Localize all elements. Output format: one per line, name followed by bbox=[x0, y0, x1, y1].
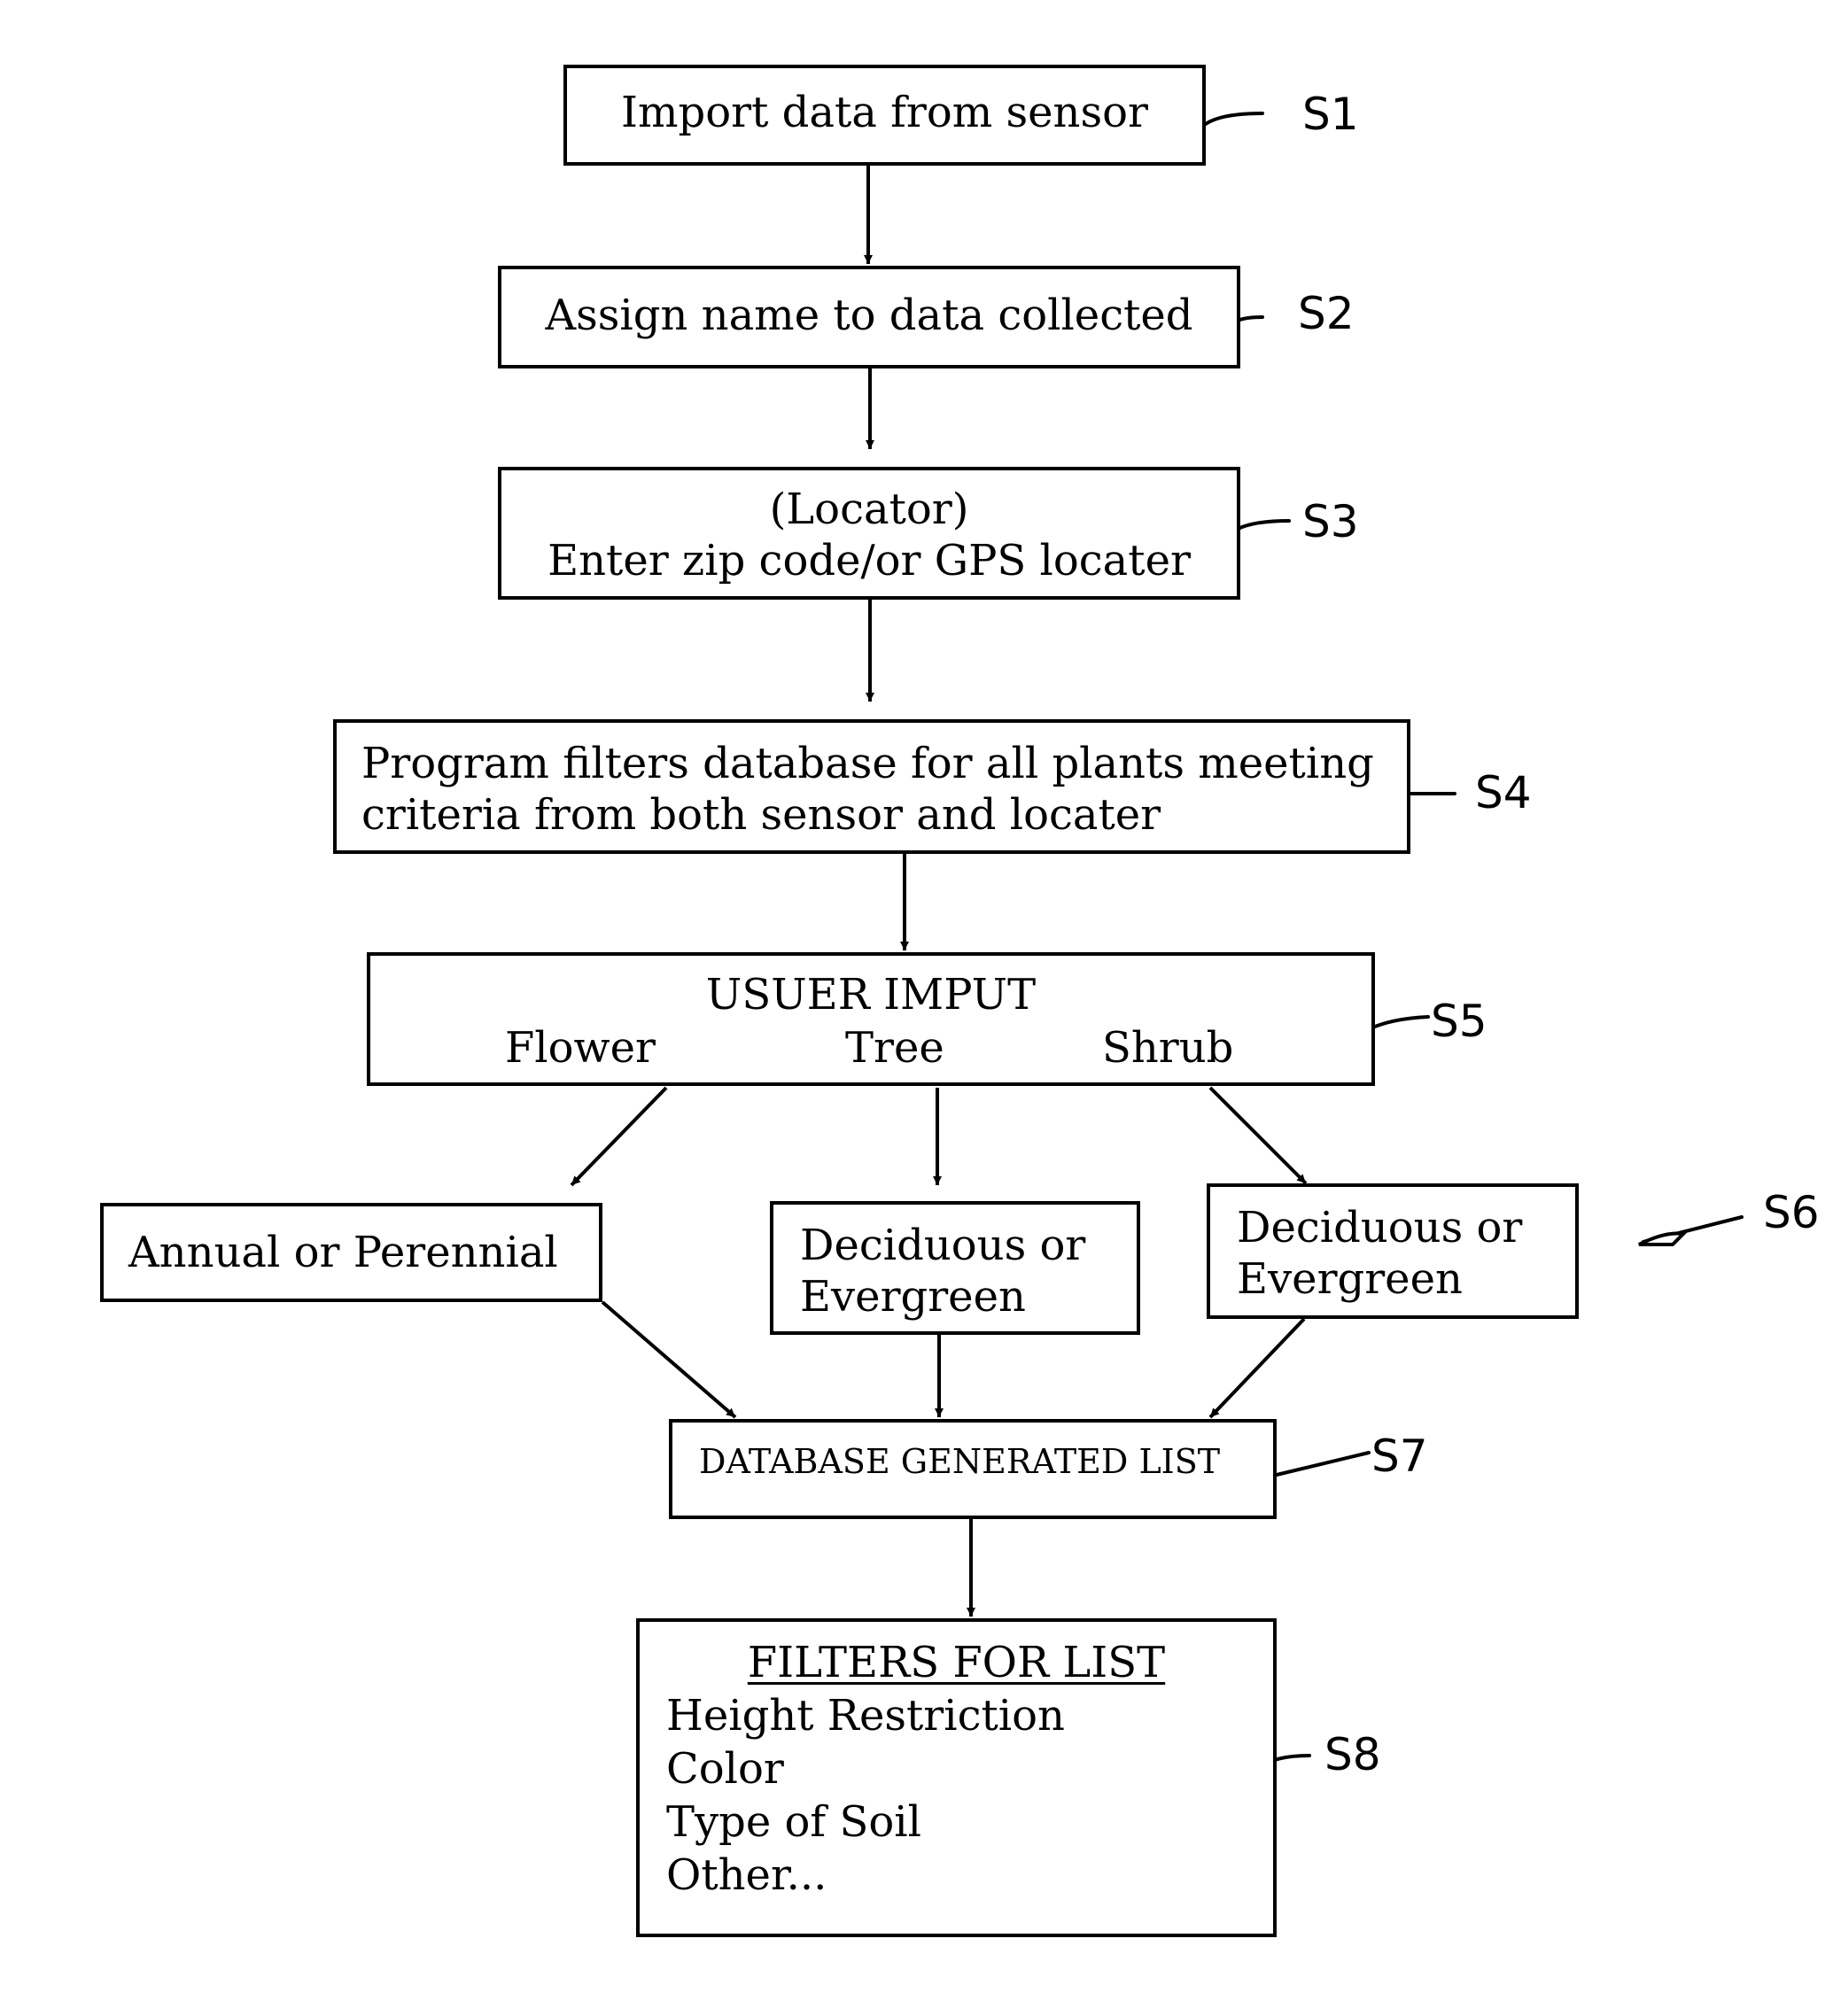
filter-item-height: Height Restriction bbox=[666, 1691, 1065, 1741]
ref-label-s5: S5 bbox=[1431, 996, 1487, 1047]
ref-label-s6: S6 bbox=[1763, 1187, 1820, 1238]
ref-leader-s1 bbox=[1199, 112, 1264, 130]
arrow-flower-s7 bbox=[601, 1300, 737, 1419]
filter-item-color: Color bbox=[666, 1744, 784, 1794]
step-s5-title: USUER IMPUT bbox=[705, 970, 1037, 1020]
ref-leader-s3 bbox=[1231, 519, 1291, 533]
step-s1-box: Import data from sensor bbox=[563, 65, 1206, 166]
branch-tree-line2: Evergreen bbox=[800, 1272, 1026, 1322]
branch-shrub-box: Deciduous or Evergreen bbox=[1207, 1183, 1579, 1319]
s6-arrowhead-icon bbox=[1638, 1231, 1688, 1246]
step-s2-box: Assign name to data collected bbox=[498, 266, 1240, 368]
arrow-s5-flower bbox=[570, 1086, 668, 1187]
ref-leader-s5 bbox=[1367, 1015, 1430, 1031]
option-flower: Flower bbox=[505, 1023, 656, 1073]
ref-label-s2: S2 bbox=[1298, 288, 1355, 339]
branch-flower-text: Annual or Perennial bbox=[128, 1228, 558, 1277]
step-s8-title: FILTERS FOR LIST bbox=[747, 1638, 1166, 1687]
branch-tree-box: Deciduous or Evergreen bbox=[770, 1201, 1140, 1335]
ref-label-s3: S3 bbox=[1302, 496, 1359, 547]
step-s1-text: Import data from sensor bbox=[621, 88, 1148, 137]
step-s3-box: (Locator) Enter zip code/or GPS locater bbox=[498, 467, 1240, 600]
ref-label-s7: S7 bbox=[1371, 1431, 1428, 1482]
step-s7-box: DATABASE GENERATED LIST bbox=[669, 1419, 1277, 1519]
option-shrub: Shrub bbox=[1102, 1023, 1234, 1073]
step-s4-line1: Program filters database for all plants … bbox=[361, 739, 1374, 788]
step-s3-line2: Enter zip code/or GPS locater bbox=[548, 536, 1191, 585]
option-tree: Tree bbox=[845, 1023, 944, 1073]
step-s7-text: DATABASE GENERATED LIST bbox=[699, 1442, 1221, 1481]
step-s2-text: Assign name to data collected bbox=[545, 291, 1193, 340]
step-s4-line2: criteria from both sensor and locater bbox=[361, 790, 1161, 840]
ref-leader-s7 bbox=[1275, 1451, 1371, 1477]
ref-label-s8: S8 bbox=[1324, 1729, 1381, 1780]
step-s3-line1: (Locator) bbox=[769, 485, 969, 534]
branch-shrub-line2: Evergreen bbox=[1237, 1254, 1463, 1304]
branch-shrub-line1: Deciduous or bbox=[1237, 1203, 1523, 1252]
step-s5-box: USUER IMPUT Flower Tree Shrub bbox=[367, 952, 1375, 1086]
step-s8-box: FILTERS FOR LIST Height Restriction Colo… bbox=[636, 1618, 1277, 1937]
ref-label-s1: S1 bbox=[1302, 89, 1359, 140]
step-s4-box: Program filters database for all plants … bbox=[333, 719, 1410, 854]
arrow-shrub-s7 bbox=[1208, 1317, 1306, 1419]
filter-item-soil: Type of Soil bbox=[666, 1797, 921, 1847]
ref-label-s4: S4 bbox=[1475, 767, 1532, 818]
arrow-s5-shrub bbox=[1208, 1086, 1308, 1185]
filter-item-other: Other... bbox=[666, 1850, 827, 1900]
branch-flower-box: Annual or Perennial bbox=[100, 1203, 602, 1302]
branch-tree-line1: Deciduous or bbox=[800, 1221, 1086, 1270]
